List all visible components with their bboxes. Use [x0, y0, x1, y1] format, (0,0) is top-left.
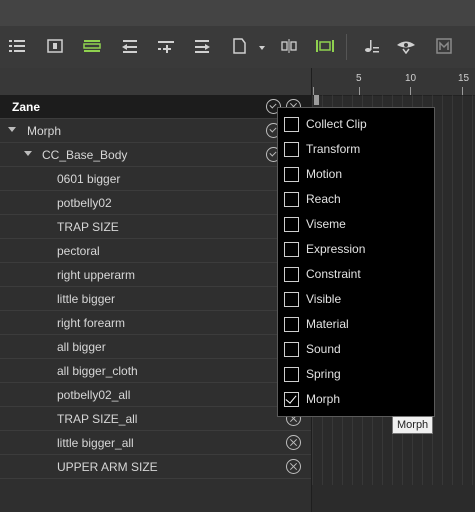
- title-bar: [0, 0, 475, 27]
- checkbox[interactable]: [284, 117, 299, 132]
- close-circle-icon[interactable]: [286, 435, 301, 450]
- checkbox[interactable]: [284, 267, 299, 282]
- close-circle-icon[interactable]: [286, 459, 301, 474]
- timeline-ruler[interactable]: 5 10 15: [312, 68, 475, 96]
- frame-icon[interactable]: [44, 36, 66, 56]
- ruler-tick: [313, 87, 314, 95]
- toolbar-separator: [346, 34, 347, 60]
- menu-item-constraint[interactable]: Constraint: [278, 263, 434, 288]
- ruler-label: 15: [458, 73, 470, 84]
- track-label: TRAP SIZE: [57, 220, 119, 234]
- motion-clip-icon[interactable]: [433, 36, 455, 56]
- menu-item-visible[interactable]: Visible: [278, 288, 434, 313]
- track-label: 0601 bigger: [57, 172, 121, 186]
- track-label: little bigger_all: [57, 436, 134, 450]
- checkbox[interactable]: [284, 292, 299, 307]
- split-icon[interactable]: [278, 36, 300, 56]
- music-note-icon[interactable]: [360, 36, 382, 56]
- menu-item-expression[interactable]: Expression: [278, 238, 434, 263]
- track-rows-icon[interactable]: [81, 36, 103, 56]
- page-icon[interactable]: [228, 36, 250, 56]
- checkbox[interactable]: [284, 192, 299, 207]
- checkbox-checked[interactable]: [284, 392, 299, 407]
- menu-item-viseme[interactable]: Viseme: [278, 213, 434, 238]
- collapse-left-icon[interactable]: [118, 36, 140, 56]
- checkbox[interactable]: [284, 317, 299, 332]
- track-row[interactable]: right forearm: [0, 311, 311, 335]
- track-label: potbelly02_all: [57, 388, 131, 402]
- menu-item-transform[interactable]: Transform: [278, 138, 434, 163]
- menu-item-motion[interactable]: Motion: [278, 163, 434, 188]
- group-label: Morph: [27, 124, 62, 138]
- root-label: Zane: [12, 100, 41, 114]
- track-list-header: [0, 68, 311, 95]
- track-row[interactable]: 0601 bigger: [0, 167, 311, 191]
- ruler-label: 5: [356, 73, 362, 84]
- track-row[interactable]: potbelly02_all: [0, 383, 311, 407]
- track-list-panel: Zane Morph CC_Base_Body 0601 bigger potb…: [0, 68, 311, 512]
- checkbox[interactable]: [284, 142, 299, 157]
- menu-item-material[interactable]: Material: [278, 313, 434, 338]
- tooltip: Morph: [392, 416, 434, 434]
- subgroup-label: CC_Base_Body: [42, 148, 128, 162]
- track-row-root[interactable]: Zane: [0, 95, 311, 119]
- track-label: all bigger: [57, 340, 106, 354]
- track-label: right forearm: [57, 316, 126, 330]
- track-row[interactable]: UPPER ARM SIZE: [0, 455, 311, 479]
- track-row[interactable]: all bigger_cloth: [0, 359, 311, 383]
- clip-icon[interactable]: [314, 36, 336, 56]
- track-label: little bigger: [57, 292, 116, 306]
- ruler-tick: [462, 87, 463, 95]
- track-label: potbelly02: [57, 196, 112, 210]
- checkbox[interactable]: [284, 342, 299, 357]
- collapse-triangle-icon[interactable]: [8, 127, 16, 132]
- track-row[interactable]: right upperarm: [0, 263, 311, 287]
- add-key-icon[interactable]: [155, 36, 177, 56]
- checkbox[interactable]: [284, 367, 299, 382]
- track-label: pectoral: [57, 244, 100, 258]
- track-row-group[interactable]: Morph: [0, 119, 311, 143]
- ruler-tick: [359, 87, 360, 95]
- track-label: all bigger_cloth: [57, 364, 138, 378]
- track-row[interactable]: pectoral: [0, 239, 311, 263]
- track-row[interactable]: TRAP SIZE: [0, 215, 311, 239]
- list-icon[interactable]: [6, 36, 28, 56]
- expand-right-icon[interactable]: [192, 36, 214, 56]
- track-row[interactable]: TRAP SIZE_all: [0, 407, 311, 431]
- track-row[interactable]: potbelly02: [0, 191, 311, 215]
- track-label: UPPER ARM SIZE: [57, 460, 158, 474]
- ruler-label: 10: [405, 73, 417, 84]
- checkbox[interactable]: [284, 217, 299, 232]
- collapse-triangle-icon[interactable]: [24, 151, 32, 156]
- track-row-subgroup[interactable]: CC_Base_Body: [0, 143, 311, 167]
- menu-item-spring[interactable]: Spring: [278, 363, 434, 388]
- menu-item-sound[interactable]: Sound: [278, 338, 434, 363]
- page-dropdown-arrow[interactable]: [259, 46, 265, 50]
- eye-audio-icon[interactable]: [396, 36, 418, 56]
- track-label: TRAP SIZE_all: [57, 412, 138, 426]
- menu-item-collect-clip[interactable]: Collect Clip: [278, 113, 434, 138]
- track-row[interactable]: little bigger: [0, 287, 311, 311]
- track-row[interactable]: little bigger_all: [0, 431, 311, 455]
- checkbox[interactable]: [284, 167, 299, 182]
- checkbox[interactable]: [284, 242, 299, 257]
- track-filter-menu: Collect Clip Transform Motion Reach Vise…: [277, 107, 435, 417]
- menu-item-morph[interactable]: Morph: [278, 388, 434, 413]
- playhead-marker[interactable]: [314, 95, 319, 105]
- menu-item-reach[interactable]: Reach: [278, 188, 434, 213]
- track-row[interactable]: all bigger: [0, 335, 311, 359]
- track-label: right upperarm: [57, 268, 136, 282]
- ruler-tick: [410, 87, 411, 95]
- toolbar: [0, 26, 475, 69]
